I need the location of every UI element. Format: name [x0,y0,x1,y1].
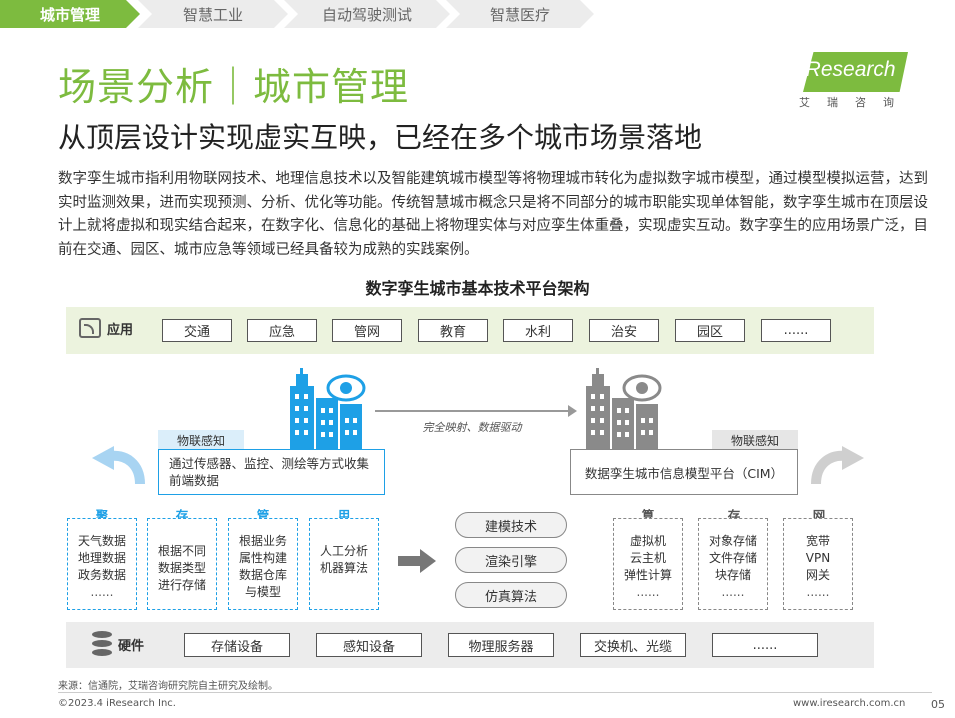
column-line: 属性构建 [238,551,287,565]
cim-platform-box: 数据孪生城市信息模型平台（CIM） [570,449,798,495]
tab-label: 自动驾驶测试 [321,5,412,24]
column-line: 数据仓库 [238,568,287,582]
column-line: 进行存储 [157,578,206,592]
column-line: 机器算法 [319,561,368,575]
gray-city-buildings-icon [586,368,662,452]
column-line: 地理数据 [77,551,126,565]
column-line: 数据类型 [157,561,206,575]
column-line: 云主机 [629,551,666,565]
hardware-item: 感知设备 [316,633,422,657]
column-line: ...... [636,585,660,599]
intro-paragraph: 数字孪生城市指利用物联网技术、地理信息技术以及智能建筑城市模型等将物理城市转化为… [58,171,928,258]
column-compute: 虚拟机 云主机 弹性计算 ...... [613,518,683,610]
app-item: 管网 [332,319,402,342]
blue-city-buildings-icon [290,368,366,452]
column-line: 网关 [805,568,830,582]
hardware-item: 交换机、光缆 [580,633,686,657]
column-line: 根据业务 [238,534,287,548]
hardware-label: 硬件 [92,631,144,657]
column-line: 人工分析 [319,544,368,558]
column-storage: 对象存储 文件存储 块存储 ...... [698,518,768,610]
hardware-label-text: 硬件 [118,638,145,654]
source-note: 来源：信通院，艾瑞咨询研究院自主研究及绘制。 [58,681,278,692]
column-store: 根据不同 数据类型 进行存储 [147,518,217,610]
right-arrow-icon [398,549,436,573]
gray-curved-arrow-icon [811,446,864,485]
column-line: ...... [721,585,745,599]
logo-brand: iResearch [801,58,896,81]
column-line: 政务数据 [77,568,126,582]
left-perception-box: 通过传感器、监控、测绘等方式收集前端数据 [158,449,385,495]
column-line: 根据不同 [157,544,206,558]
column-gather: 天气数据 地理数据 政务数据 ...... [67,518,137,610]
column-line: 天气数据 [77,534,126,548]
mapping-label: 完全映射、数据驱动 [422,421,522,434]
column-line: VPN [805,551,831,565]
hardware-item: ...... [712,633,818,657]
column-line: 与模型 [244,585,281,599]
column-line: 对象存储 [708,534,757,548]
tech-pill-simulation: 仿真算法 [455,582,567,608]
tab-smart-industry[interactable]: 智慧工业 [138,0,288,28]
column-use: 人工分析 机器算法 [309,518,379,610]
application-label-text: 应用 [107,322,134,338]
application-label: 应用 [79,318,133,338]
app-item: 治安 [589,319,659,342]
column-line: 宽带 [805,534,830,548]
column-manage: 根据业务 属性构建 数据仓库 与模型 [228,518,298,610]
app-item: 应急 [247,319,317,342]
column-line: ...... [90,585,114,599]
website-url: www.iresearch.com.cn [793,698,906,709]
left-perception-tag: 物联感知 [158,430,244,450]
column-line: 块存储 [714,568,751,582]
tab-city-management[interactable]: 城市管理 [0,0,140,28]
app-item: 教育 [418,319,488,342]
mapping-arrow [375,405,577,417]
column-line: 虚拟机 [629,534,666,548]
page-title: 场景分析｜城市管理 [58,65,410,109]
tab-label: 智慧工业 [182,5,243,24]
hardware-item: 物理服务器 [448,633,554,657]
tab-label: 城市管理 [39,5,100,24]
tech-pill-modeling: 建模技术 [455,512,567,538]
column-line: ...... [806,585,830,599]
tech-pill-rendering: 渲染引擎 [455,547,567,573]
page-number: 05 [931,698,945,711]
page-subtitle: 从顶层设计实现虚实互映，已经在多个城市场景落地 [58,121,703,154]
app-item: 园区 [675,319,745,342]
app-item: ...... [761,319,831,342]
copyright: ©2023.4 iResearch Inc. [58,698,176,709]
logo-subtitle: 艾瑞咨询 [799,96,911,109]
database-icon [92,631,112,657]
footer-divider [58,692,932,693]
app-item: 交通 [162,319,232,342]
tab-autonomous-driving[interactable]: 自动驾驶测试 [284,0,450,28]
diagram-title: 数字孪生城市基本技术平台架构 [365,279,590,298]
iresearch-logo: iResearch 艾瑞咨询 [793,52,913,110]
app-item: 水利 [503,319,573,342]
right-perception-tag: 物联感知 [712,430,798,450]
column-network: 宽带 VPN 网关 ...... [783,518,853,610]
blue-curved-arrow-icon [92,446,145,485]
hardware-item: 存储设备 [184,633,290,657]
application-icon [79,318,101,338]
column-line: 文件存储 [708,551,757,565]
tab-smart-medical[interactable]: 智慧医疗 [446,0,594,28]
column-line: 弹性计算 [623,568,672,582]
tab-label: 智慧医疗 [489,5,550,24]
